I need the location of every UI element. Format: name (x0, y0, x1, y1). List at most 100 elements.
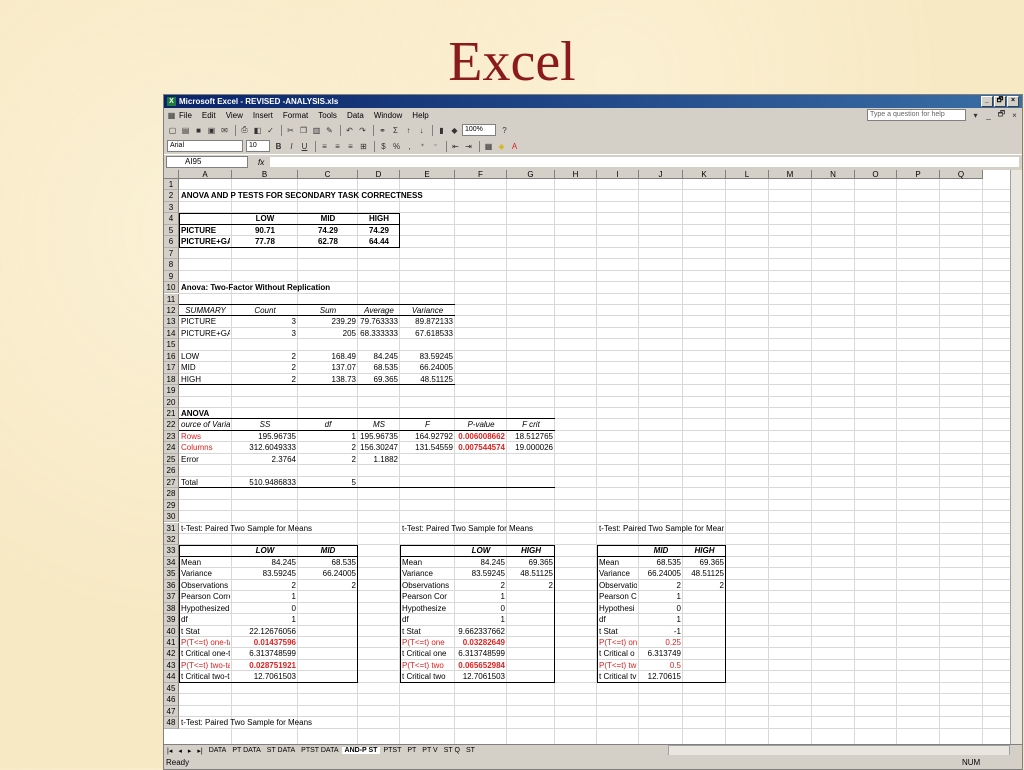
row-header-2[interactable]: 2 (164, 190, 179, 202)
menu-file[interactable]: File (179, 111, 192, 120)
format-painter-icon[interactable]: ✎ (324, 125, 335, 136)
row-header-22[interactable]: 22 (164, 419, 179, 431)
cell[interactable]: 1 (300, 431, 356, 442)
function-icon[interactable]: fx (258, 158, 264, 167)
decrease-indent-icon[interactable]: ⇤ (450, 141, 461, 152)
row-header-41[interactable]: 41 (164, 637, 179, 649)
underline-icon[interactable]: U (299, 141, 310, 152)
cell[interactable]: t-Test: Paired Two Sample for Means (599, 523, 724, 534)
decrease-decimal-icon[interactable]: ⁻ (430, 141, 441, 152)
sheet-tab[interactable]: PTST (380, 747, 404, 754)
row-header-33[interactable]: 33 (164, 545, 179, 557)
cell[interactable]: 205 (300, 328, 356, 339)
sheet-tab[interactable]: ST Q (441, 747, 463, 754)
worksheet-grid[interactable]: A B C D E F G H I J K L M N O P Q 1 2 3 4 5 6 7 8 9 10 11 12 13 14 15 16… (164, 170, 1022, 744)
row-header-5[interactable]: 5 (164, 224, 179, 237)
cell[interactable]: PICTURE (181, 316, 230, 327)
row-header-21[interactable]: 21 (164, 408, 179, 420)
formula-input[interactable] (270, 157, 1019, 167)
email-icon[interactable]: ✉ (219, 125, 230, 136)
row-header-6[interactable]: 6 (164, 236, 179, 248)
column-header-I[interactable]: I (597, 170, 639, 179)
cell[interactable]: 84.245 (360, 351, 398, 362)
cell[interactable]: Rows (181, 431, 230, 442)
cell[interactable]: 137.07 (300, 362, 356, 373)
row-header-8[interactable]: 8 (164, 259, 179, 271)
cell[interactable]: 79.763333 (360, 316, 398, 327)
drawing-icon[interactable]: ◆ (449, 125, 460, 136)
open-icon[interactable]: ▤ (180, 125, 191, 136)
row-header-17[interactable]: 17 (164, 362, 179, 374)
column-header-N[interactable]: N (812, 170, 855, 179)
menu-edit[interactable]: Edit (202, 111, 216, 120)
row-header-9[interactable]: 9 (164, 270, 179, 283)
sheet-tab[interactable]: PT DATA (229, 747, 263, 754)
close-button[interactable]: × (1007, 96, 1019, 107)
cut-icon[interactable]: ✂ (285, 125, 296, 136)
row-header-10[interactable]: 10 (164, 282, 179, 294)
cell[interactable]: Anova: Two-Factor Without Replication (181, 282, 398, 293)
currency-icon[interactable]: $ (378, 141, 389, 152)
row-header-18[interactable]: 18 (164, 373, 179, 386)
cell[interactable]: 68.535 (360, 362, 398, 373)
row-header-44[interactable]: 44 (164, 671, 179, 683)
cell[interactable]: 164.92792 (402, 431, 453, 442)
increase-indent-icon[interactable]: ⇥ (463, 141, 474, 152)
italic-icon[interactable]: I (286, 141, 297, 152)
row-header-27[interactable]: 27 (164, 476, 179, 489)
cell[interactable]: 131.54559 (402, 442, 453, 453)
row-header-29[interactable]: 29 (164, 499, 179, 512)
cell[interactable]: 312.6049333 (234, 442, 296, 453)
sort-ascending-icon[interactable]: ↑ (403, 125, 414, 136)
column-header-F[interactable]: F (455, 170, 507, 179)
column-header-Q[interactable]: Q (940, 170, 983, 179)
spelling-icon[interactable]: ✓ (265, 125, 276, 136)
column-header-O[interactable]: O (855, 170, 897, 179)
sheet-tab[interactable]: DATA (206, 747, 230, 754)
sheet-tab[interactable]: ST DATA (264, 747, 298, 754)
cell[interactable]: 2 (234, 351, 296, 362)
column-header-H[interactable]: H (555, 170, 597, 179)
permission-icon[interactable]: ▣ (206, 125, 217, 136)
cell[interactable]: 68.333333 (360, 328, 398, 339)
cell[interactable]: 2 (300, 454, 356, 465)
row-header-36[interactable]: 36 (164, 579, 179, 592)
tab-scroll-first-icon[interactable]: |◂ (167, 747, 172, 755)
print-preview-icon[interactable]: ◧ (252, 125, 263, 136)
restore-button[interactable]: 🗗 (994, 96, 1006, 107)
menu-view[interactable]: View (226, 111, 243, 120)
align-center-icon[interactable]: ≡ (332, 141, 343, 152)
doc-close-button[interactable]: × (1009, 110, 1020, 121)
merge-center-icon[interactable]: ⊞ (358, 141, 369, 152)
row-header-7[interactable]: 7 (164, 247, 179, 260)
zoom-select[interactable]: 100% (462, 124, 496, 136)
minimize-button[interactable]: _ (981, 96, 993, 107)
tab-scroll-prev-icon[interactable]: ◂ (178, 747, 182, 755)
paste-icon[interactable]: ▥ (311, 125, 322, 136)
row-header-3[interactable]: 3 (164, 201, 179, 214)
row-header-16[interactable]: 16 (164, 350, 179, 363)
column-header-C[interactable]: C (298, 170, 358, 179)
column-header-B[interactable]: B (232, 170, 298, 179)
cell[interactable]: 156.30247 (360, 442, 398, 453)
row-header-23[interactable]: 23 (164, 430, 179, 443)
cell[interactable]: t-Test: Paired Two Sample for Means (402, 523, 553, 534)
percent-icon[interactable]: % (391, 141, 402, 152)
column-header-D[interactable]: D (358, 170, 400, 179)
row-header-37[interactable]: 37 (164, 591, 179, 603)
cell[interactable]: 66.24005 (402, 362, 453, 373)
cell[interactable]: MID (181, 362, 230, 373)
cell[interactable]: t-Test: Paired Two Sample for Means (181, 523, 356, 534)
menu-tools[interactable]: Tools (318, 111, 337, 120)
menu-insert[interactable]: Insert (253, 111, 273, 120)
hyperlink-icon[interactable]: ⚭ (377, 125, 388, 136)
cell[interactable]: 1.1882 (360, 454, 398, 465)
tab-scroll-next-icon[interactable]: ▸ (188, 747, 192, 755)
cell[interactable]: 2 (300, 442, 356, 453)
cell[interactable]: 2 (234, 362, 296, 373)
align-left-icon[interactable]: ≡ (319, 141, 330, 152)
undo-icon[interactable]: ↶ (344, 125, 355, 136)
save-icon[interactable]: ■ (193, 125, 204, 136)
comma-icon[interactable]: , (404, 141, 415, 152)
doc-minimize-button[interactable]: _ (983, 110, 994, 121)
